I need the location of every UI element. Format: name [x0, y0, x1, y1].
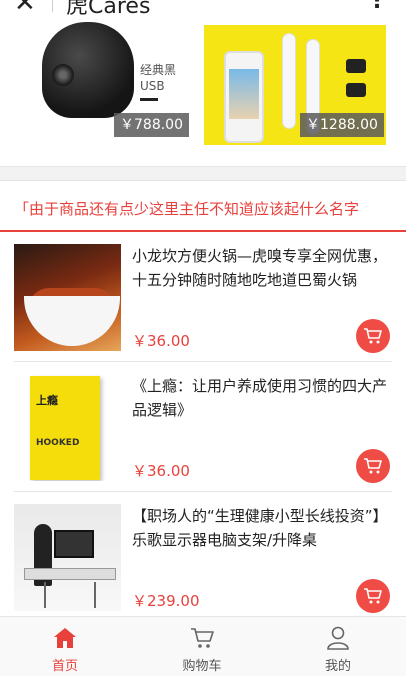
featured-card-360-camera[interactable]: ￥1288.00 [204, 25, 386, 145]
product-image-book: 上瘾 HOOKED [14, 374, 121, 481]
product-image-hotpot [14, 244, 121, 351]
app-title: 虎Cares [66, 0, 151, 19]
tab-cart-label: 购物车 [182, 659, 222, 674]
product-price: ￥36.00 [132, 462, 190, 480]
camera-stick-image [282, 33, 296, 129]
section-gap [0, 166, 406, 181]
cart-icon [364, 328, 382, 344]
featured-price-1: ￥788.00 [114, 113, 189, 137]
featured-carousel: 经典黑 USB ￥788.00 ￥1288.00 [0, 20, 406, 146]
product-image-desk [14, 504, 121, 611]
featured-card-camera[interactable]: 经典黑 USB ￥788.00 [42, 20, 192, 140]
model-underline [140, 98, 158, 101]
tab-cart[interactable]: 购物车 [162, 617, 242, 677]
user-icon [327, 626, 349, 650]
add-to-cart-button[interactable] [356, 319, 390, 353]
product-price: ￥239.00 [132, 592, 200, 610]
bottom-tab-bar: 首页 购物车 我的 [0, 616, 406, 676]
section-title: 「由于商品还有点少这里主任不知道应该起什么名字 [14, 200, 360, 218]
close-icon[interactable]: ✕ [14, 0, 36, 18]
cart-icon [191, 628, 214, 648]
feature-icons [336, 55, 380, 119]
tab-home[interactable]: 首页 [25, 617, 105, 677]
more-icon[interactable]: ⋮ [366, 0, 388, 13]
cart-icon [364, 458, 382, 474]
header-divider [52, 0, 53, 12]
product-name[interactable]: 【职场人的“生理健康小型长线投资”】乐歌显示器电脑支架/升降桌 [132, 504, 390, 552]
camera-image [42, 22, 134, 118]
cart-icon [364, 588, 382, 604]
tab-profile-label: 我的 [324, 659, 351, 674]
featured-price-2: ￥1288.00 [300, 113, 384, 137]
tab-home-label: 首页 [51, 659, 78, 674]
phone-image [224, 51, 264, 143]
product-item[interactable]: 小龙坎方便火锅—虎嗅专享全网优惠，十五分钟随时随地吃地道巴蜀火锅 ￥36.00 [0, 232, 406, 362]
product-price: ￥36.00 [132, 332, 190, 350]
product-item[interactable]: 【职场人的“生理健康小型长线投资”】乐歌显示器电脑支架/升降桌 ￥239.00 [0, 492, 406, 622]
product-item[interactable]: 上瘾 HOOKED 《上瘾：让用户养成使用习惯的四大产品逻辑》 ￥36.00 [0, 362, 406, 492]
home-icon [54, 628, 76, 648]
tab-profile[interactable]: 我的 [298, 617, 378, 677]
add-to-cart-button[interactable] [356, 449, 390, 483]
add-to-cart-button[interactable] [356, 579, 390, 613]
product-name[interactable]: 小龙坎方便火锅—虎嗅专享全网优惠，十五分钟随时随地吃地道巴蜀火锅 [132, 244, 390, 292]
camera-model-label: 经典黑 USB [140, 63, 177, 93]
app-header: ✕ 虎Cares ⋮ [0, 0, 406, 20]
product-name[interactable]: 《上瘾：让用户养成使用习惯的四大产品逻辑》 [132, 374, 390, 422]
